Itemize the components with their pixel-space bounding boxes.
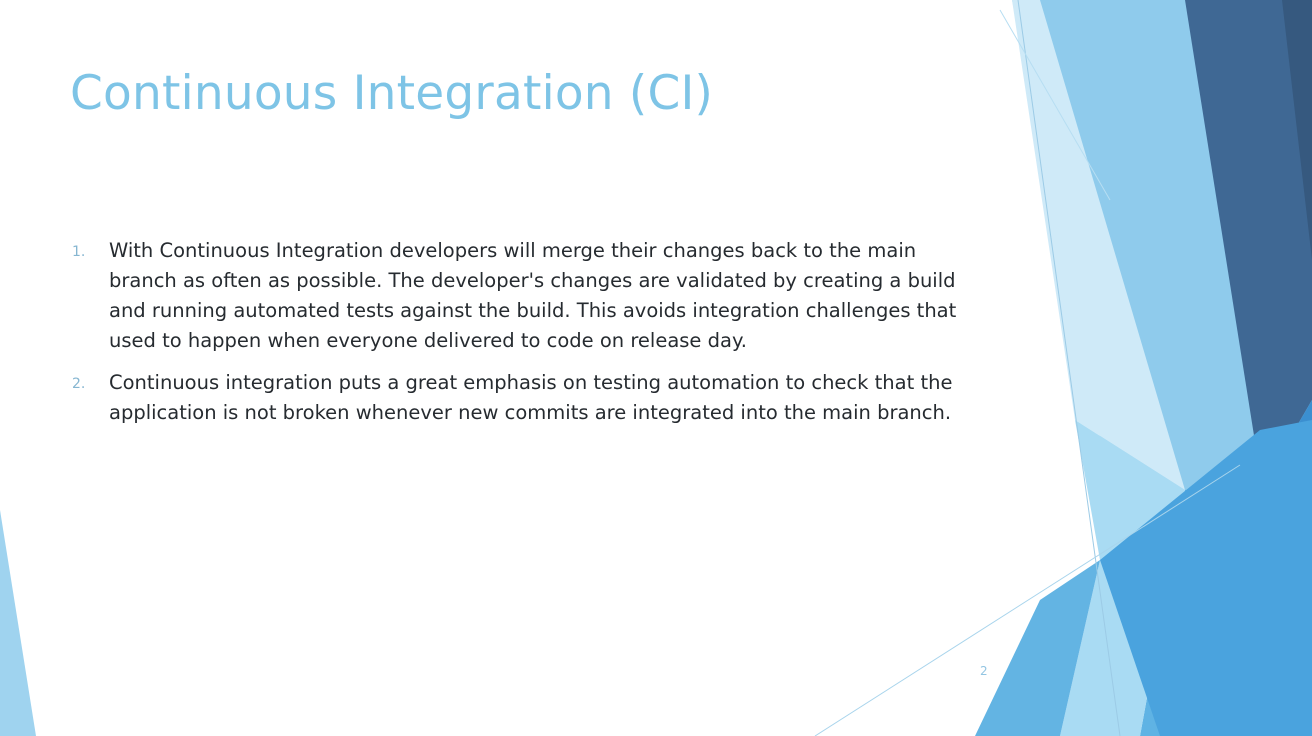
right-facet-bottom-strong bbox=[1100, 420, 1312, 736]
list-item: 2. Continuous integration puts a great e… bbox=[70, 368, 990, 428]
decor-line-diagonal bbox=[814, 464, 1241, 736]
slide-page-number: 2 bbox=[980, 664, 988, 678]
right-facet-bottom-mid bbox=[975, 560, 1100, 736]
list-item: 1. With Continuous Integration developer… bbox=[70, 236, 990, 356]
right-facet-base bbox=[1012, 0, 1312, 736]
left-edge-facet bbox=[0, 510, 36, 736]
right-facet-mid bbox=[1140, 486, 1262, 736]
right-facet-deep bbox=[1235, 400, 1312, 736]
numbered-list: 1. With Continuous Integration developer… bbox=[70, 236, 990, 428]
right-facet-dark bbox=[1185, 0, 1312, 486]
list-item-text: Continuous integration puts a great emph… bbox=[109, 371, 953, 424]
decor-line-top bbox=[999, 9, 1111, 201]
slide-title: Continuous Integration (CI) bbox=[70, 66, 714, 121]
right-facet-pale bbox=[1012, 0, 1185, 490]
right-facet-darkest bbox=[1282, 0, 1312, 260]
list-item-number: 1. bbox=[72, 244, 86, 260]
right-facet-glow bbox=[1060, 420, 1185, 736]
slide: Continuous Integration (CI) 1. With Cont… bbox=[0, 0, 1312, 736]
list-item-number: 2. bbox=[72, 376, 86, 392]
list-item-text: With Continuous Integration developers w… bbox=[109, 239, 957, 352]
right-facet-light bbox=[1040, 0, 1262, 490]
slide-body: 1. With Continuous Integration developer… bbox=[70, 236, 990, 440]
decor-line-vertical bbox=[1017, 0, 1121, 736]
